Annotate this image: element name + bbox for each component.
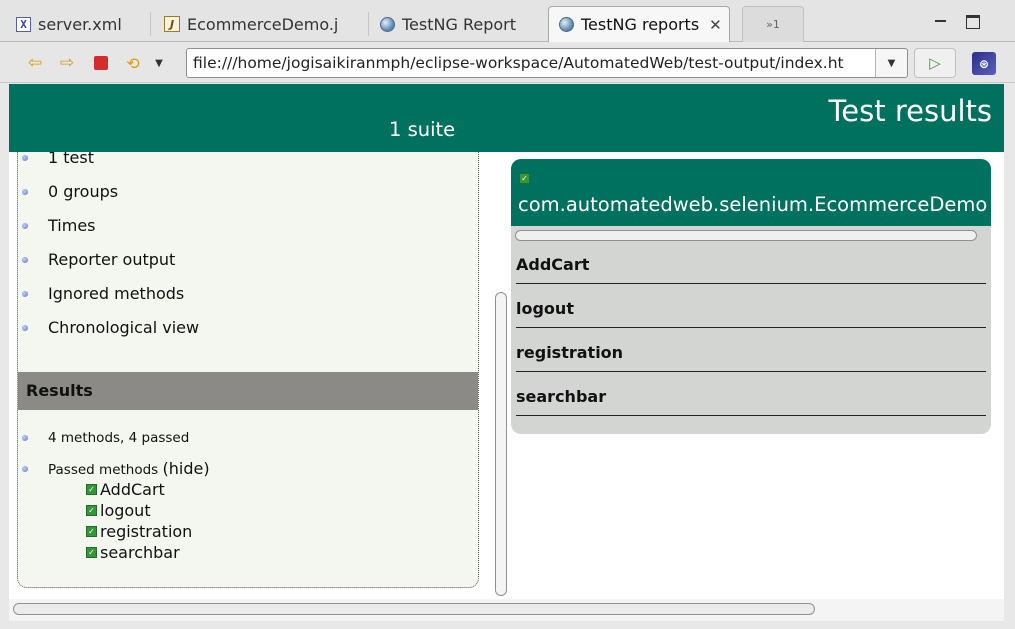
minimize-icon[interactable] [934, 15, 948, 29]
passed-method-link[interactable]: ✓ searchbar [86, 542, 180, 563]
method-name: searchbar [100, 543, 180, 562]
method-name: logout [100, 501, 151, 520]
horizontal-scrollbar[interactable] [13, 603, 815, 615]
summary-text: 4 methods, 4 passed [48, 430, 190, 446]
method-row[interactable]: logout [516, 290, 986, 328]
page-title: Test results [828, 94, 992, 128]
tab-label: TestNG reports [581, 15, 700, 34]
overflow-tabs-button[interactable]: »1 [742, 6, 804, 42]
nav-item-label: Reporter output [48, 250, 176, 269]
method-name: AddCart [100, 480, 165, 499]
navigator-panel: 1 test 0 groups Times Reporter output Ig… [17, 152, 479, 588]
nav-item-times[interactable]: Times [22, 215, 96, 237]
url-input[interactable]: file:///home/jogisaikiranmph/eclipse-wor… [186, 48, 908, 78]
bullet-icon [22, 291, 28, 297]
class-name: com.automatedweb.selenium.EcommerceDemo [518, 193, 988, 216]
nav-item-label: 0 groups [48, 182, 119, 201]
nav-item-groups[interactable]: 0 groups [22, 181, 119, 203]
editor-tab-bar: X server.xml J EcommerceDemo.j TestNG Re… [0, 0, 1015, 42]
hide-link[interactable]: (hide) [163, 459, 210, 478]
class-results-panel: ✓ com.automatedweb.selenium.EcommerceDem… [511, 159, 991, 434]
horizontal-scroll-area [9, 599, 1004, 621]
java-file-icon: J [164, 16, 180, 32]
passed-method-link[interactable]: ✓ AddCart [86, 479, 165, 500]
refresh-icon[interactable]: ⟲ [124, 54, 142, 73]
suite-count[interactable]: 1 suite [389, 118, 455, 141]
external-browser-icon[interactable]: ⊛ [972, 52, 996, 75]
passed-methods-item: Passed methods (hide) [22, 458, 210, 480]
nav-item-label: Ignored methods [48, 284, 185, 303]
nav-item-ignored-methods[interactable]: Ignored methods [22, 283, 185, 305]
chevron-down-icon[interactable]: ▼ [150, 55, 168, 71]
bullet-icon [22, 189, 28, 195]
tab-separator [368, 12, 369, 36]
report-header: Test results 1 suite [9, 84, 1004, 152]
horizontal-scrollbar[interactable] [515, 230, 977, 241]
maximize-icon[interactable] [966, 15, 980, 29]
nav-item-label: Times [48, 216, 96, 235]
bullet-icon [22, 223, 28, 229]
results-header: Results [18, 372, 478, 410]
tab-separator [150, 12, 151, 36]
check-icon: ✓ [86, 484, 97, 495]
forward-arrow-icon[interactable]: ⇨ [58, 54, 76, 71]
stop-icon[interactable] [94, 56, 108, 70]
nav-item-tests[interactable]: 1 test [22, 152, 94, 169]
globe-icon [559, 17, 574, 32]
check-icon: ✓ [86, 505, 97, 516]
bullet-icon [22, 325, 28, 331]
tab-label: server.xml [38, 14, 122, 34]
nav-item-label: Chronological view [48, 318, 200, 337]
url-text: file:///home/jogisaikiranmph/eclipse-wor… [193, 54, 844, 72]
browser-toolbar: ⇦ ⇨ ⟲ ▼ file:///home/jogisaikiranmph/ecl… [0, 43, 1015, 83]
vertical-scrollbar[interactable] [495, 292, 507, 596]
bullet-icon [22, 155, 28, 161]
play-icon: ▷ [929, 54, 941, 72]
method-row[interactable]: AddCart [516, 246, 986, 284]
method-name: registration [100, 522, 193, 541]
bullet-icon [22, 257, 28, 263]
nav-item-chronological-view[interactable]: Chronological view [22, 317, 200, 339]
tab-server-xml[interactable]: X server.xml [6, 6, 144, 42]
check-icon: ✓ [86, 547, 97, 558]
method-row[interactable]: searchbar [516, 378, 986, 416]
report-page: Test results 1 suite 1 test 0 groups Tim… [9, 84, 1004, 599]
go-button[interactable]: ▷ [914, 48, 956, 78]
check-icon: ✓ [519, 173, 530, 184]
passed-method-link[interactable]: ✓ logout [86, 500, 151, 521]
globe-icon [380, 16, 395, 32]
nav-item-label: 1 test [48, 152, 94, 167]
tab-label: EcommerceDemo.j [187, 14, 339, 34]
tab-ecommerce-demo[interactable]: J EcommerceDemo.j [154, 6, 364, 42]
nav-item-reporter-output[interactable]: Reporter output [22, 249, 176, 271]
class-header: ✓ com.automatedweb.selenium.EcommerceDem… [511, 159, 991, 226]
close-icon[interactable]: ✕ [709, 16, 722, 34]
bullet-icon [22, 435, 28, 441]
check-icon: ✓ [86, 526, 97, 537]
summary-item: 4 methods, 4 passed [22, 427, 190, 449]
tab-label: TestNG Report [402, 14, 516, 34]
chevron-down-icon[interactable]: ▼ [875, 49, 907, 77]
tab-testng-reports[interactable]: TestNG reports ✕ [548, 6, 730, 42]
passed-method-link[interactable]: ✓ registration [86, 521, 192, 542]
bullet-icon [22, 466, 28, 472]
method-row[interactable]: registration [516, 334, 986, 372]
xml-file-icon: X [16, 16, 31, 32]
back-arrow-icon[interactable]: ⇦ [26, 54, 44, 71]
tab-testng-report[interactable]: TestNG Report [370, 6, 546, 42]
passed-methods-label: Passed methods [48, 462, 159, 478]
